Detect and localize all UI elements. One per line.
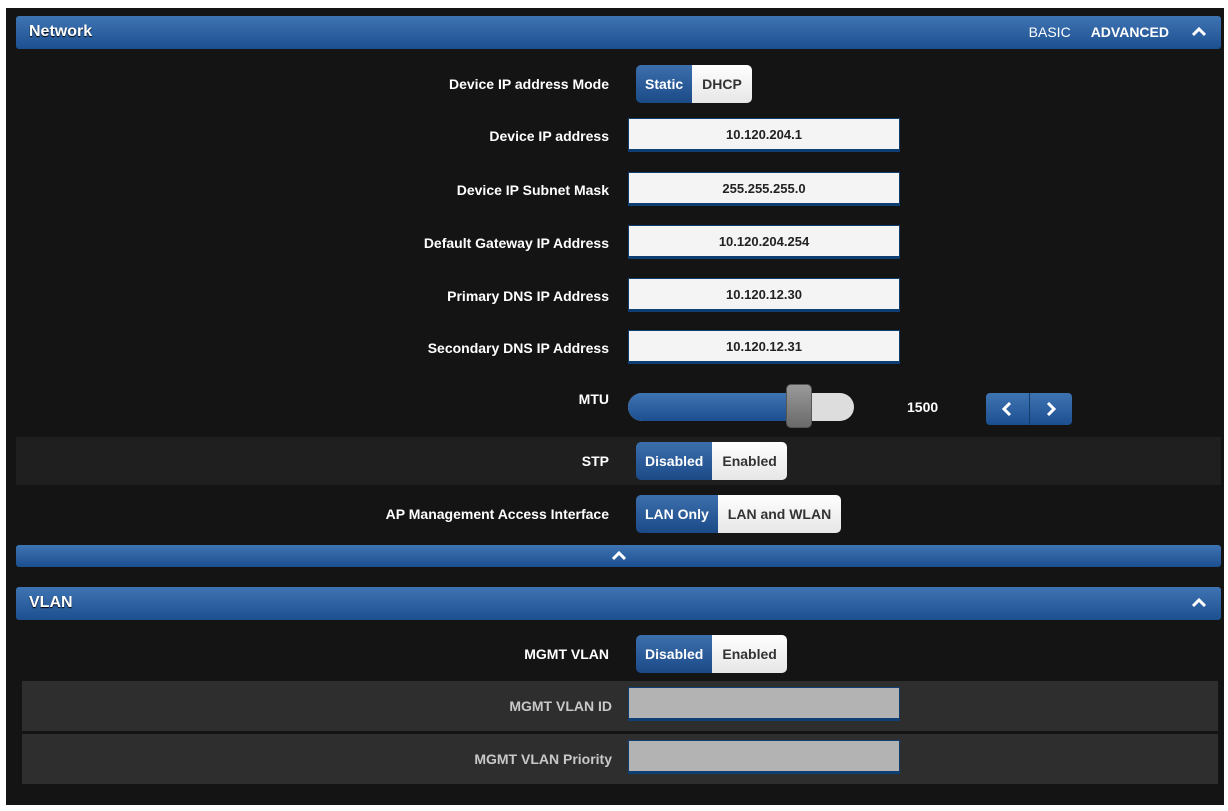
subnet-mask-label: Device IP Subnet Mask <box>456 182 609 198</box>
gateway-input[interactable]: 10.120.204.254 <box>628 225 900 259</box>
chevron-up-icon[interactable] <box>1189 24 1209 40</box>
primary-dns-label: Primary DNS IP Address <box>447 288 609 304</box>
ip-mode-label: Device IP address Mode <box>448 76 609 92</box>
mgmt-vlan-id-row: MGMT VLAN ID <box>22 681 1218 731</box>
ip-address-label: Device IP address <box>489 128 609 144</box>
mgmt-access-lan-wlan-option[interactable]: LAN and WLAN <box>717 495 842 533</box>
secondary-dns-label: Secondary DNS IP Address <box>427 340 609 356</box>
mtu-slider-handle[interactable] <box>786 384 812 428</box>
mtu-row: MTU 1500 <box>16 378 1221 430</box>
chevron-up-icon[interactable] <box>1189 595 1209 611</box>
ip-mode-toggle: Static DHCP <box>636 65 752 103</box>
mgmt-access-row: AP Management Access Interface LAN Only … <box>16 490 1221 538</box>
stp-toggle: Disabled Enabled <box>636 442 787 480</box>
mgmt-vlan-label: MGMT VLAN <box>524 646 609 662</box>
basic-view-link[interactable]: BASIC <box>1029 24 1071 40</box>
subnet-mask-row: Device IP Subnet Mask 255.255.255.0 <box>16 166 1221 214</box>
advanced-view-link[interactable]: ADVANCED <box>1091 24 1169 40</box>
network-title: Network <box>29 23 93 40</box>
mgmt-vlan-id-input[interactable] <box>628 687 900 721</box>
primary-dns-input[interactable]: 10.120.12.30 <box>628 278 900 312</box>
chevron-left-icon[interactable] <box>986 393 1030 425</box>
gateway-row: Default Gateway IP Address 10.120.204.25… <box>16 219 1221 267</box>
stp-enabled-option[interactable]: Enabled <box>712 442 787 480</box>
stp-row: STP Disabled Enabled <box>16 437 1221 485</box>
secondary-dns-input[interactable]: 10.120.12.31 <box>628 330 900 364</box>
mtu-label: MTU <box>578 391 609 407</box>
mtu-value: 1500 <box>907 399 939 415</box>
mtu-slider[interactable] <box>628 393 854 421</box>
mgmt-vlan-enabled-option[interactable]: Enabled <box>712 635 787 673</box>
primary-dns-row: Primary DNS IP Address 10.120.12.30 <box>16 272 1221 320</box>
subnet-mask-input[interactable]: 255.255.255.0 <box>628 172 900 206</box>
mgmt-vlan-priority-label: MGMT VLAN Priority <box>474 751 612 767</box>
gateway-label: Default Gateway IP Address <box>423 235 609 251</box>
ip-mode-row: Device IP address Mode Static DHCP <box>16 60 1221 108</box>
chevron-right-icon[interactable] <box>1029 393 1072 425</box>
mtu-stepper <box>986 393 1072 425</box>
secondary-dns-row: Secondary DNS IP Address 10.120.12.31 <box>16 324 1221 372</box>
ip-address-input[interactable]: 10.120.204.1 <box>628 118 900 152</box>
ip-mode-static-option[interactable]: Static <box>636 65 693 103</box>
mtu-slider-fill <box>628 393 798 421</box>
ip-address-row: Device IP address 10.120.204.1 <box>16 112 1221 160</box>
mgmt-access-toggle: LAN Only LAN and WLAN <box>636 495 842 533</box>
mgmt-vlan-toggle: Disabled Enabled <box>636 635 787 673</box>
settings-panel: Network BASIC ADVANCED Device IP address… <box>6 8 1224 805</box>
stp-label: STP <box>581 453 609 469</box>
stp-disabled-option[interactable]: Disabled <box>636 442 713 480</box>
network-collapse-bar[interactable] <box>16 545 1221 567</box>
mgmt-vlan-row: MGMT VLAN Disabled Enabled <box>16 630 1221 678</box>
ip-mode-dhcp-option[interactable]: DHCP <box>692 65 752 103</box>
mgmt-access-label: AP Management Access Interface <box>385 506 609 522</box>
vlan-title: VLAN <box>29 594 73 611</box>
page: Network BASIC ADVANCED Device IP address… <box>0 0 1228 811</box>
chevron-up-icon <box>611 548 626 564</box>
mgmt-vlan-priority-input[interactable] <box>628 740 900 774</box>
network-header: Network BASIC ADVANCED <box>16 16 1221 49</box>
mgmt-vlan-disabled-option[interactable]: Disabled <box>636 635 713 673</box>
mgmt-access-lan-option[interactable]: LAN Only <box>636 495 718 533</box>
mgmt-vlan-priority-row: MGMT VLAN Priority <box>22 734 1218 784</box>
vlan-header: VLAN <box>16 587 1221 620</box>
mgmt-vlan-id-label: MGMT VLAN ID <box>509 698 612 714</box>
